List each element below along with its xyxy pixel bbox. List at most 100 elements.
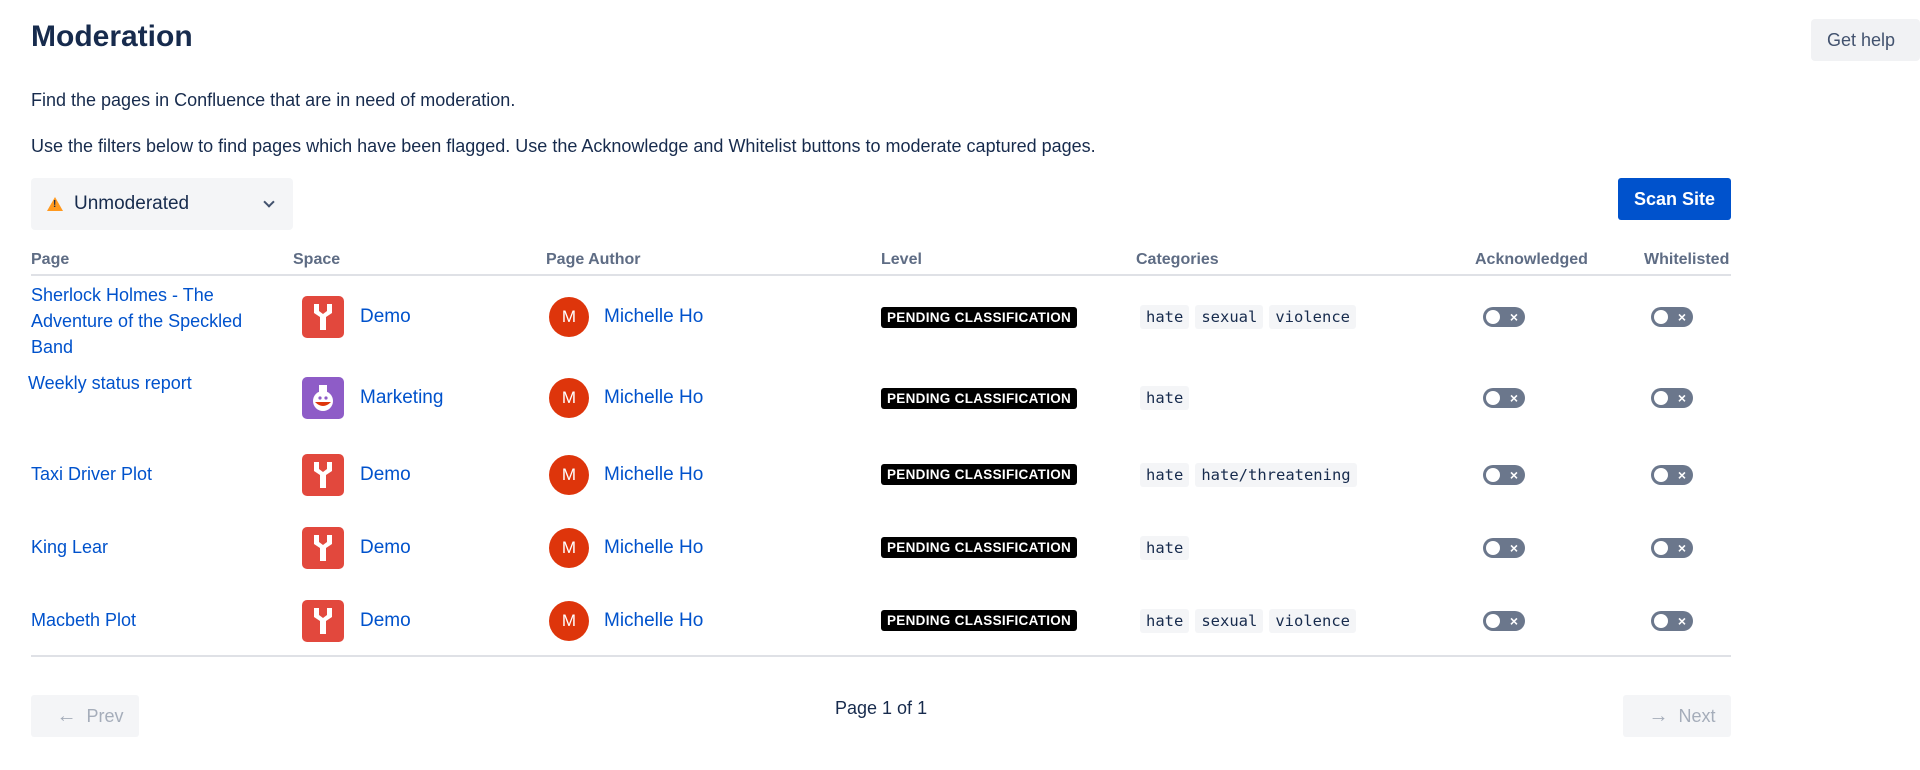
space-cell: Demo — [302, 599, 411, 642]
column-header-level: Level — [881, 251, 922, 268]
space-link[interactable]: Demo — [360, 537, 411, 559]
whitelist-toggle[interactable]: × — [1651, 307, 1693, 327]
space-link[interactable]: Demo — [360, 464, 411, 486]
arrow-right-icon: → — [1648, 704, 1669, 727]
category-tag: hate — [1140, 608, 1190, 633]
space-link[interactable]: Demo — [360, 306, 411, 328]
category-tag: hate — [1140, 386, 1190, 410]
author-cell: M Michelle Ho — [549, 378, 703, 418]
level-cell: PENDING CLASSIFICATION — [881, 305, 1078, 329]
column-header-page: Page — [31, 251, 70, 268]
space-link[interactable]: Demo — [360, 610, 411, 632]
page-link[interactable]: King Lear — [31, 534, 108, 560]
level-lozenge: PENDING CLASSIFICATION — [881, 610, 1078, 631]
author-link[interactable]: Michelle Ho — [604, 537, 703, 559]
column-header-categories: Categories — [1136, 251, 1219, 268]
page-link[interactable]: Taxi Driver Plot — [31, 461, 152, 487]
scan-site-button[interactable]: Scan Site — [1618, 178, 1731, 220]
categories-cell: hate sexual violence — [1140, 608, 1362, 634]
toggle-off: × — [1483, 537, 1525, 558]
moderation-table: Page Space Page Author Level Categories … — [28, 246, 1731, 657]
table-body: Sherlock Holmes - The Adventure of the Sp… — [28, 276, 1731, 657]
author-link[interactable]: Michelle Ho — [604, 610, 703, 632]
page-link[interactable]: Macbeth Plot — [31, 607, 136, 633]
page-link-line: Weekly status report — [28, 373, 192, 393]
category-tag: hate — [1140, 462, 1190, 487]
table-row: Sherlock Holmes - The Adventure of the Sp… — [31, 276, 1731, 358]
whitelist-toggle[interactable]: × — [1651, 537, 1693, 558]
wrench-icon — [302, 599, 344, 642]
level-cell: PENDING CLASSIFICATION — [881, 609, 1078, 633]
toggle-off: × — [1483, 307, 1525, 327]
avatar[interactable]: M — [549, 600, 589, 641]
page-link-line: Taxi Driver Plot — [31, 463, 153, 484]
acknowledge-toggle[interactable]: × — [1483, 307, 1525, 327]
table-row: King Lear Demo M Michelle Ho PENDING CLA… — [31, 511, 1731, 584]
category-tag: hate/threatening — [1195, 462, 1357, 487]
space-cell: Demo — [302, 453, 411, 496]
level-lozenge: PENDING CLASSIFICATION — [881, 387, 1078, 409]
wrench-icon — [302, 296, 344, 338]
category-tag: hate — [1140, 305, 1190, 329]
toggle-off: × — [1483, 610, 1525, 631]
close-icon: × — [1509, 539, 1518, 556]
page-link-line: Macbeth Plot — [31, 609, 137, 630]
toggle-off: × — [1483, 388, 1525, 408]
toggle-off: × — [1651, 610, 1693, 631]
close-icon: × — [1509, 612, 1518, 629]
close-icon: × — [1677, 539, 1686, 556]
acknowledge-toggle[interactable]: × — [1483, 537, 1525, 558]
close-icon: × — [1677, 309, 1686, 325]
level-lozenge: PENDING CLASSIFICATION — [881, 537, 1078, 558]
moderation-status-filter[interactable]: Unmoderated — [31, 178, 293, 230]
avatar[interactable]: M — [549, 297, 589, 337]
close-icon: × — [1509, 390, 1518, 406]
page-link-line: Adventure of the Speckled — [31, 311, 243, 331]
level-cell: PENDING CLASSIFICATION — [881, 386, 1078, 410]
avatar[interactable]: M — [549, 454, 589, 495]
level-lozenge: PENDING CLASSIFICATION — [881, 306, 1078, 328]
whitelist-toggle[interactable]: × — [1651, 388, 1693, 408]
level-cell: PENDING CLASSIFICATION — [881, 536, 1078, 560]
toggle-off: × — [1483, 464, 1525, 485]
flask-icon — [302, 377, 344, 419]
close-icon: × — [1677, 390, 1686, 406]
page-title: Moderation — [31, 20, 193, 53]
acknowledge-toggle[interactable]: × — [1483, 388, 1525, 408]
close-icon: × — [1509, 466, 1518, 483]
arrow-left-icon: ← — [56, 704, 77, 727]
prev-label: Prev — [86, 705, 124, 726]
whitelist-toggle[interactable]: × — [1651, 610, 1693, 631]
wrench-icon — [302, 526, 344, 569]
author-link[interactable]: Michelle Ho — [604, 387, 703, 409]
page-link[interactable]: Weekly status report — [28, 370, 192, 396]
avatar[interactable]: M — [549, 378, 589, 418]
space-link[interactable]: Marketing — [360, 387, 443, 409]
get-help-button[interactable]: Get help — [1811, 19, 1920, 61]
next-page-button[interactable]: → Next — [1623, 695, 1731, 737]
categories-cell: hate sexual violence — [1140, 304, 1362, 330]
page-link-line: King Lear — [31, 536, 109, 557]
level-cell: PENDING CLASSIFICATION — [881, 463, 1078, 487]
space-cell: Demo — [302, 296, 411, 338]
acknowledge-toggle[interactable]: × — [1483, 610, 1525, 631]
prev-page-button[interactable]: ← Prev — [31, 695, 139, 737]
avatar[interactable]: M — [549, 527, 589, 568]
whitelist-toggle[interactable]: × — [1651, 464, 1693, 485]
column-header-acknowledged: Acknowledged — [1475, 251, 1588, 268]
author-cell: M Michelle Ho — [549, 527, 703, 568]
page-link-line: Band — [31, 337, 74, 357]
author-link[interactable]: Michelle Ho — [604, 306, 703, 328]
category-tag: sexual — [1195, 305, 1264, 329]
column-header-author: Page Author — [546, 251, 641, 268]
author-link[interactable]: Michelle Ho — [604, 464, 703, 486]
column-header-space: Space — [293, 251, 341, 268]
space-cell: Demo — [302, 526, 411, 569]
category-tag: violence — [1269, 305, 1356, 329]
acknowledge-toggle[interactable]: × — [1483, 464, 1525, 485]
categories-cell: hate — [1140, 535, 1195, 561]
page-indicator: Page 1 of 1 — [835, 698, 928, 718]
category-tag: sexual — [1195, 608, 1264, 633]
level-lozenge: PENDING CLASSIFICATION — [881, 464, 1078, 485]
page-link[interactable]: Sherlock Holmes - The Adventure of the Sp… — [31, 282, 242, 360]
